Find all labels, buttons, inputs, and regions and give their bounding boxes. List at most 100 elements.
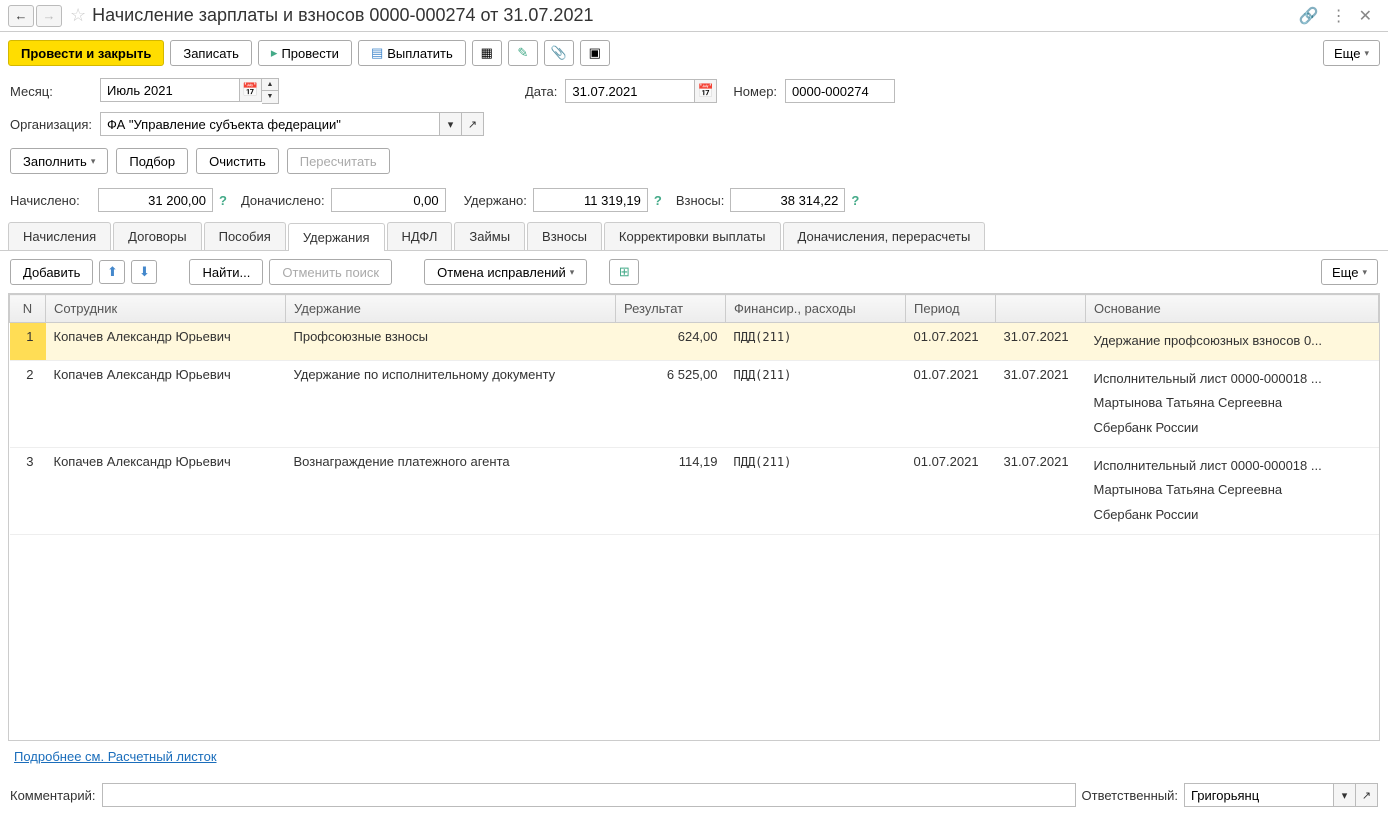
- tab-ndfl[interactable]: НДФЛ: [387, 222, 453, 250]
- summary-row: Начислено: ? Доначислено: Удержано: ? Вз…: [0, 182, 1388, 218]
- link-row: Подробнее см. Расчетный листок: [0, 741, 1388, 772]
- attach-button[interactable]: 📎: [544, 40, 574, 66]
- link-icon[interactable]: 🔗: [1299, 6, 1319, 26]
- add-button[interactable]: Добавить: [10, 259, 93, 285]
- responsible-dropdown-button[interactable]: ▾: [1334, 783, 1356, 807]
- tab-benefits[interactable]: Пособия: [204, 222, 286, 250]
- select-button[interactable]: Подбор: [116, 148, 188, 174]
- paperclip-icon: 📎: [551, 45, 567, 61]
- cancel-find-button: Отменить поиск: [269, 259, 392, 285]
- kebab-menu-icon[interactable]: ⋮: [1331, 6, 1347, 26]
- month-down-button[interactable]: ▼: [262, 91, 278, 103]
- favorite-star-icon[interactable]: ☆: [70, 5, 86, 26]
- withheld-value[interactable]: [533, 188, 648, 212]
- table-row[interactable]: 1 Копачев Александр Юрьевич Профсоюзные …: [10, 323, 1379, 361]
- cell-period-to: 31.07.2021: [996, 360, 1086, 447]
- cell-result: 6 525,00: [616, 360, 726, 447]
- deductions-table: N Сотрудник Удержание Результат Финансир…: [9, 294, 1379, 535]
- col-n[interactable]: N: [10, 295, 46, 323]
- deductions-table-container: N Сотрудник Удержание Результат Финансир…: [8, 293, 1380, 741]
- tab-contributions[interactable]: Взносы: [527, 222, 602, 250]
- accrued-value[interactable]: [98, 188, 213, 212]
- nav-back-button[interactable]: ←: [8, 5, 34, 27]
- month-input[interactable]: [100, 78, 240, 102]
- main-toolbar: Провести и закрыть Записать ▸Провести ▤В…: [0, 32, 1388, 74]
- tab-extra-accruals[interactable]: Доначисления, перерасчеты: [783, 222, 986, 250]
- table-row[interactable]: 2 Копачев Александр Юрьевич Удержание по…: [10, 360, 1379, 447]
- col-period-to[interactable]: [996, 295, 1086, 323]
- contrib-help-icon[interactable]: ?: [851, 193, 859, 208]
- payout-button[interactable]: ▤Выплатить: [358, 40, 466, 66]
- report-button[interactable]: ▦: [472, 40, 502, 66]
- column-settings-button[interactable]: ⊞: [609, 259, 639, 285]
- clear-button[interactable]: Очистить: [196, 148, 279, 174]
- tab-contracts[interactable]: Договоры: [113, 222, 201, 250]
- responsible-open-button[interactable]: ↗: [1356, 783, 1378, 807]
- recalc-button: Пересчитать: [287, 148, 390, 174]
- cell-finance: ПДД(211): [726, 323, 906, 361]
- date-calendar-button[interactable]: 📅: [695, 79, 717, 103]
- pencil-icon: ✎: [517, 45, 528, 61]
- comment-input[interactable]: [102, 783, 1076, 807]
- related-button[interactable]: ▣: [580, 40, 610, 66]
- tab-accruals[interactable]: Начисления: [8, 222, 111, 250]
- col-employee[interactable]: Сотрудник: [46, 295, 286, 323]
- cell-finance: ПДД(211): [726, 360, 906, 447]
- cell-employee: Копачев Александр Юрьевич: [46, 323, 286, 361]
- form-row-1: Месяц: 📅 ▲ ▼ Дата: 📅 Номер:: [0, 74, 1388, 108]
- org-dropdown-button[interactable]: ▾: [440, 112, 462, 136]
- tab-deductions[interactable]: Удержания: [288, 223, 385, 251]
- month-up-button[interactable]: ▲: [262, 79, 278, 91]
- cell-period-from: 01.07.2021: [906, 447, 996, 534]
- basis-line: Исполнительный лист 0000-000018 ...: [1094, 367, 1371, 392]
- accrued-help-icon[interactable]: ?: [219, 193, 227, 208]
- basis-line: Удержание профсоюзных взносов 0...: [1094, 329, 1371, 354]
- arrow-down-icon: ⬇: [139, 264, 150, 280]
- tab-corrections[interactable]: Корректировки выплаты: [604, 222, 781, 250]
- col-period[interactable]: Период: [906, 295, 996, 323]
- responsible-input[interactable]: [1184, 783, 1334, 807]
- org-input[interactable]: [100, 112, 440, 136]
- number-input[interactable]: [785, 79, 895, 103]
- cell-deduction: Вознаграждение платежного агента: [286, 447, 616, 534]
- find-button[interactable]: Найти...: [189, 259, 263, 285]
- calendar-icon: 📅: [698, 83, 714, 99]
- contrib-value[interactable]: [730, 188, 845, 212]
- cell-result: 624,00: [616, 323, 726, 361]
- tab-loans[interactable]: Займы: [454, 222, 525, 250]
- tab-more-button[interactable]: Еще: [1321, 259, 1378, 285]
- close-icon[interactable]: ✕: [1359, 6, 1372, 26]
- col-basis[interactable]: Основание: [1086, 295, 1379, 323]
- action-row: Заполнить Подбор Очистить Пересчитать: [0, 140, 1388, 182]
- move-up-button[interactable]: ⬆: [99, 260, 125, 284]
- payslip-link[interactable]: Подробнее см. Расчетный листок: [14, 749, 217, 764]
- withheld-help-icon[interactable]: ?: [654, 193, 662, 208]
- table-row[interactable]: 3 Копачев Александр Юрьевич Вознагражден…: [10, 447, 1379, 534]
- post-and-close-button[interactable]: Провести и закрыть: [8, 40, 164, 66]
- cell-period-from: 01.07.2021: [906, 360, 996, 447]
- fill-button[interactable]: Заполнить: [10, 148, 108, 174]
- save-button[interactable]: Записать: [170, 40, 252, 66]
- basis-line: Сбербанк России: [1094, 416, 1371, 441]
- accrued-label: Начислено:: [10, 193, 92, 208]
- comment-label: Комментарий:: [10, 788, 96, 803]
- report-icon: ▦: [481, 45, 493, 61]
- col-finance[interactable]: Финансир., расходы: [726, 295, 906, 323]
- month-calendar-button[interactable]: 📅: [240, 78, 262, 102]
- nav-forward-button[interactable]: →: [36, 5, 62, 27]
- cell-finance: ПДД(211): [726, 447, 906, 534]
- move-down-button[interactable]: ⬇: [131, 260, 157, 284]
- col-deduction[interactable]: Удержание: [286, 295, 616, 323]
- extra-value[interactable]: [331, 188, 446, 212]
- org-open-button[interactable]: ↗: [462, 112, 484, 136]
- cancel-corrections-button[interactable]: Отмена исправлений: [424, 259, 587, 285]
- more-button[interactable]: Еще: [1323, 40, 1380, 66]
- create-based-button[interactable]: ✎: [508, 40, 538, 66]
- calendar-icon: 📅: [242, 82, 258, 98]
- tab-toolbar: Добавить ⬆ ⬇ Найти... Отменить поиск Отм…: [0, 251, 1388, 293]
- cell-basis: Удержание профсоюзных взносов 0...: [1086, 323, 1379, 361]
- col-result[interactable]: Результат: [616, 295, 726, 323]
- date-input[interactable]: [565, 79, 695, 103]
- cell-period-to: 31.07.2021: [996, 447, 1086, 534]
- post-button[interactable]: ▸Провести: [258, 40, 352, 66]
